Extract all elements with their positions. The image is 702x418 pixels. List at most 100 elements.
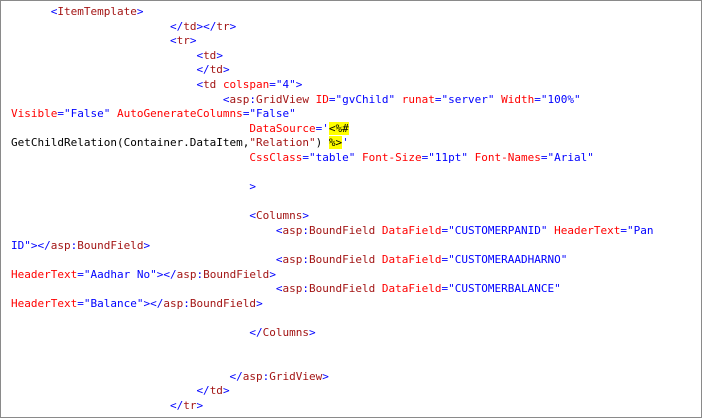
code-token: GridView — [269, 369, 323, 383]
code-token: </ — [229, 369, 243, 383]
code-token: < — [275, 253, 283, 267]
code-token: > — [143, 238, 151, 252]
code-line: <asp:BoundField DataField="CUSTOMERAADHA… — [11, 253, 701, 268]
code-line: > — [11, 180, 701, 195]
code-token: GridView — [256, 92, 310, 106]
code-token: > — [222, 384, 230, 398]
code-token: Width — [501, 92, 535, 106]
code-line: Visible="False" AutoGenerateColumns="Fal… — [11, 107, 701, 122]
code-token: td — [203, 48, 217, 62]
code-token: > — [189, 34, 197, 48]
code-token: ItemTemplate — [57, 5, 137, 18]
code-token: > — [249, 180, 257, 194]
code-line: </td> — [11, 384, 701, 399]
code-line: <asp:BoundField DataField="CUSTOMERPANID… — [11, 224, 701, 239]
code-token: ' — [342, 136, 349, 150]
code-token: BoundField — [309, 223, 376, 237]
code-token: BoundField — [189, 296, 257, 310]
code-token: > — [196, 399, 204, 413]
code-token: GetChildRelation(Container.DataItem, — [11, 136, 250, 150]
code-token: < — [275, 223, 283, 237]
code-token: ="Balance"></ — [77, 296, 164, 310]
code-token: > — [216, 48, 223, 62]
code-line: ID"></asp:BoundField> — [11, 239, 701, 254]
code-token: ="False" — [57, 107, 111, 121]
code-token: BoundField — [309, 253, 376, 267]
code-token: HeaderText — [11, 267, 78, 281]
code-token: ="server" — [434, 92, 495, 106]
code-token: ) — [315, 136, 329, 150]
code-token: asp — [176, 267, 197, 281]
code-token: > — [302, 209, 310, 223]
code-line: <td> — [11, 49, 701, 64]
code-token: DataSource — [249, 121, 316, 135]
highlighted-token: %> — [328, 136, 343, 150]
code-line: </tr> — [11, 399, 701, 414]
code-line: CssClass="table" Font-Size="11pt" Font-N… — [11, 151, 701, 166]
code-line: GetChildRelation(Container.DataItem,"Rel… — [11, 136, 701, 151]
code-token: ="Pan — [620, 223, 654, 237]
code-token: ="gvChild" — [328, 92, 396, 106]
code-token: > — [136, 5, 144, 18]
code-token: td — [209, 63, 223, 77]
code-token: Columns — [262, 326, 310, 340]
code-block: <ItemTemplate> </td></tr> <tr> <td> </td… — [11, 5, 701, 414]
code-token: > — [309, 326, 316, 340]
code-line: </Columns> — [11, 326, 701, 341]
code-line: </td></tr> — [11, 20, 701, 35]
code-token: ="Arial" — [540, 150, 594, 164]
code-token: Visible — [11, 107, 58, 121]
code-snippet-frame: <ItemTemplate> </td></tr> <tr> <td> </td… — [0, 0, 702, 418]
code-token: asp — [282, 253, 303, 267]
code-token: DataField — [381, 253, 442, 267]
code-token: > — [229, 19, 237, 33]
code-token: </ — [169, 399, 184, 413]
code-line: HeaderText="Aadhar No"></asp:BoundField> — [11, 268, 701, 283]
code-token: HeaderText — [11, 296, 78, 310]
code-token: < — [275, 282, 283, 296]
code-line: <tr> — [11, 34, 701, 49]
code-token: BoundField — [203, 267, 270, 281]
code-line: </td> — [11, 63, 701, 78]
code-token: BoundField — [309, 282, 376, 296]
code-token: Font-Size — [362, 150, 422, 164]
code-token: </ — [169, 19, 184, 33]
code-token: asp — [282, 282, 303, 296]
code-token: ="100%" — [534, 92, 581, 106]
code-token: asp — [163, 296, 184, 310]
code-token: =' — [315, 121, 329, 135]
code-token: ="4"> — [269, 77, 303, 91]
code-token: > — [222, 63, 230, 77]
code-token: "Relation" — [249, 136, 316, 150]
code-token: tr — [183, 399, 197, 413]
code-token: > — [256, 296, 263, 310]
code-token: ID — [315, 92, 329, 106]
code-line: <td colspan="4"> — [11, 78, 701, 93]
code-token: Font-Names — [474, 150, 541, 164]
code-token: : — [183, 296, 190, 310]
code-line: <Columns> — [11, 209, 701, 224]
code-token: ="table" — [302, 150, 356, 164]
code-token: asp — [242, 369, 263, 383]
code-token: ="CUSTOMERPANID" — [441, 223, 548, 237]
highlighted-token: <%# — [328, 121, 349, 135]
code-token: tr — [176, 34, 190, 48]
code-token: </ — [249, 326, 263, 340]
